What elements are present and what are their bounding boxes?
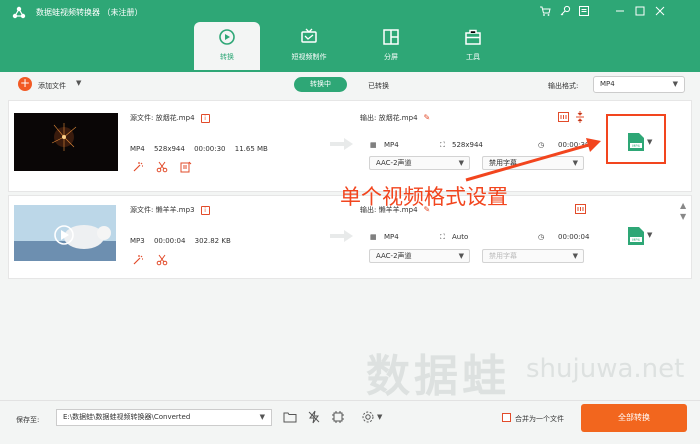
app-title: 数据蛙视频转换器 （未注册） [36, 8, 143, 17]
format-settings-icon[interactable]: MP4 [627, 226, 645, 246]
source-format: MP3 [130, 237, 145, 245]
arrow-right-icon [330, 138, 353, 150]
subtitle-edit-icon[interactable] [180, 161, 192, 173]
film-icon: ▦ [370, 141, 377, 149]
output-format: MP4 [384, 141, 399, 149]
source-file-name: 源文件: 懒羊羊.mp3 i [130, 205, 210, 215]
audio-track-select[interactable]: AAC-2声道 ▼ [369, 249, 470, 263]
annotation-highlight-box [606, 114, 666, 164]
settings-gear-icon[interactable] [361, 410, 375, 424]
add-file-label[interactable]: 添加文件 [38, 81, 66, 91]
merge-checkbox[interactable] [502, 413, 511, 422]
arrow-right-icon [330, 230, 353, 242]
film-icon: ▦ [370, 233, 377, 241]
chevron-down-icon: ▼ [259, 413, 265, 421]
tab-short-video[interactable]: 短视频制作 [276, 22, 342, 70]
tab-tools-label: 工具 [466, 53, 480, 61]
save-to-label: 保存至: [16, 416, 40, 424]
source-meta: MP3 00:00:04 302.82 KB [130, 237, 238, 245]
key-icon[interactable] [558, 5, 572, 19]
source-size: 11.65 MB [234, 145, 268, 153]
tab-convert-label: 转换 [220, 53, 234, 61]
merge-label: 合并为一个文件 [515, 415, 564, 423]
output-duration: 00:00:04 [558, 233, 590, 241]
save-path-select[interactable]: E:\数据蛙\数据蛙视频转换器\Converted ▼ [56, 409, 272, 426]
tab-tools[interactable]: 工具 [440, 22, 506, 70]
chevron-down-icon[interactable]: ▼ [377, 413, 382, 421]
tab-split-screen[interactable]: 分屏 [358, 22, 424, 70]
source-format: MP4 [130, 145, 145, 153]
close-icon[interactable] [653, 5, 667, 19]
rename-pencil-icon[interactable]: ✎ [424, 113, 431, 122]
info-icon[interactable]: i [200, 206, 210, 215]
chevron-down-icon[interactable]: ▼ [647, 231, 652, 239]
source-duration: 00:00:30 [194, 145, 226, 153]
output-format-value: MP4 [600, 80, 615, 88]
compress-icon[interactable] [575, 111, 585, 123]
tab-convert[interactable]: 转换 [194, 22, 260, 70]
audio-thumbnail[interactable] [14, 205, 116, 261]
chevron-down-icon: ▼ [572, 252, 578, 260]
magic-wand-icon[interactable] [132, 254, 144, 266]
annotation-text: 单个视频格式设置 [340, 185, 508, 209]
chevron-down-icon: ▼ [572, 159, 578, 167]
cart-icon[interactable] [538, 5, 552, 19]
toolbox-icon [465, 29, 481, 45]
chevron-down-icon: ▼ [458, 159, 464, 167]
source-meta: MP4 528x944 00:00:30 11.65 MB [130, 145, 275, 153]
clock-icon: ◷ [538, 141, 545, 149]
source-file-name: 源文件: 放烟花.mp4 i [130, 113, 210, 123]
convert-all-button[interactable]: 全部转换 [581, 404, 687, 432]
scissors-icon[interactable] [156, 254, 168, 266]
output-file-name: 输出: 放烟花.mp4 ✎ [360, 113, 431, 122]
output-format-select[interactable]: MP4 ▼ [593, 76, 685, 93]
split-screen-icon [383, 29, 399, 45]
chevron-down-icon: ▼ [672, 80, 678, 88]
output-info-icon[interactable] [575, 204, 586, 214]
output-resolution: Auto [452, 233, 469, 241]
info-icon[interactable]: i [200, 114, 210, 123]
subtitle-select[interactable]: 禁用字幕 ▼ [482, 156, 584, 170]
source-duration: 00:00:04 [153, 237, 186, 245]
minimize-icon[interactable] [613, 5, 627, 19]
subtitle-select[interactable]: 禁用字幕 ▼ [482, 249, 584, 263]
gpu-accel-off-icon[interactable] [307, 410, 321, 424]
hardware-accel-icon[interactable] [331, 410, 345, 424]
output-format-label: 输出格式: [548, 82, 579, 90]
clock-icon: ◷ [538, 233, 545, 241]
move-up-icon[interactable]: ▲ [680, 201, 686, 210]
resize-icon: ⛶ [440, 233, 445, 241]
move-down-icon[interactable]: ▼ [680, 212, 686, 221]
audio-track-select[interactable]: AAC-2声道 ▼ [369, 156, 470, 170]
output-duration: 00:00:30 [558, 141, 590, 149]
tv-icon [301, 28, 317, 43]
tab-converting[interactable]: 转换中 [294, 77, 347, 92]
svg-text:MP4: MP4 [632, 238, 640, 242]
source-size: 302.82 KB [194, 237, 231, 245]
tab-split-screen-label: 分屏 [384, 53, 398, 61]
output-resolution: 528x944 [452, 141, 483, 149]
video-thumbnail[interactable] [14, 113, 118, 171]
output-format: MP4 [384, 233, 399, 241]
edit-tools [132, 161, 202, 175]
tab-converted[interactable]: 已转换 [368, 81, 389, 91]
scissors-icon[interactable] [156, 161, 168, 173]
resize-icon: ⛶ [440, 141, 445, 149]
convert-icon [219, 29, 235, 45]
app-logo-icon [12, 6, 26, 19]
add-file-dropdown-icon[interactable]: ▼ [76, 79, 81, 87]
menu-icon[interactable] [577, 5, 591, 19]
watermark: 数据蛙 [366, 351, 510, 402]
chevron-down-icon: ▼ [458, 252, 464, 260]
edit-tools [132, 254, 178, 268]
folder-icon[interactable] [283, 410, 297, 424]
source-resolution: 528x944 [153, 145, 185, 153]
output-info-icon[interactable] [558, 112, 569, 122]
magic-wand-icon[interactable] [132, 161, 144, 173]
add-file-button[interactable]: + [18, 77, 32, 91]
watermark-url: shujuwa.net [526, 354, 685, 384]
maximize-icon[interactable] [633, 5, 647, 19]
tab-short-video-label: 短视频制作 [291, 53, 327, 61]
